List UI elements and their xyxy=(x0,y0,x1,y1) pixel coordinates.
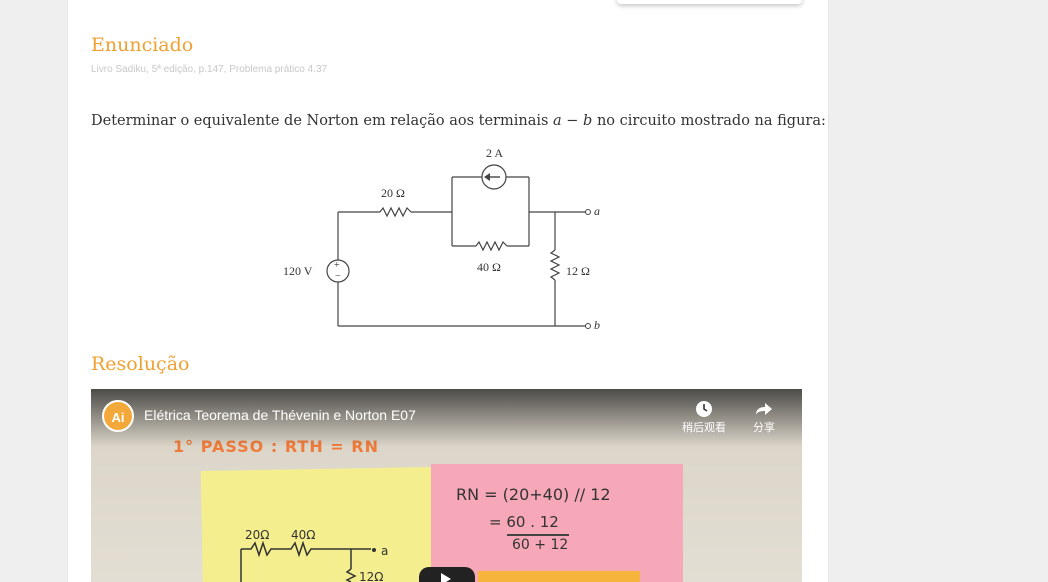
video-formula-line2: = 60 . 12 xyxy=(489,513,559,531)
video-sketch-circuit: 20Ω 40Ω a 12Ω xyxy=(240,528,388,582)
video-sketch-r3: 12Ω xyxy=(359,570,383,582)
minus-sign: − xyxy=(335,271,341,282)
r3-label: 12 Ω xyxy=(566,264,590,278)
top-floating-box xyxy=(617,0,802,4)
video-formula-line1: RN = (20+40) // 12 xyxy=(456,485,611,504)
statement-text-after: no circuito mostrado na figura: xyxy=(592,113,826,129)
problem-statement: Determinar o equivalente de Norton em re… xyxy=(91,113,826,129)
current-source-label: 2 A xyxy=(486,146,503,160)
r1-label: 20 Ω xyxy=(381,186,405,200)
r2-label: 40 Ω xyxy=(477,260,501,274)
terminal-b-node xyxy=(585,323,591,329)
statement-math: a − b xyxy=(553,113,593,129)
terminal-b-label: b xyxy=(594,318,600,332)
play-button-icon[interactable] xyxy=(419,567,475,582)
video-sketch-r1: 20Ω xyxy=(245,528,269,542)
statement-text-before: Determinar o equivalente de Norton em re… xyxy=(91,113,554,129)
video-player[interactable]: 1° PASSO : RTH = RN RN = (20+40) // 12 =… xyxy=(91,389,802,582)
video-sketch-r2: 40Ω xyxy=(291,528,315,542)
share-label: 分享 xyxy=(753,422,775,434)
channel-logo[interactable]: Ai xyxy=(102,400,134,432)
section-title-resolucao: Resolução xyxy=(91,353,190,375)
video-sketch-a: a xyxy=(381,544,388,558)
video-orange-note xyxy=(478,571,640,582)
plus-sign: + xyxy=(334,260,340,271)
video-fraction-line xyxy=(507,534,569,536)
watch-later-button[interactable]: 稍后观看 xyxy=(679,399,729,435)
terminal-a-label: a xyxy=(594,204,600,218)
voltage-source-label: 120 V xyxy=(283,264,313,278)
watch-later-label: 稍后观看 xyxy=(682,422,726,434)
video-sketch-terminal xyxy=(372,548,376,552)
problem-reference: Livro Sadiku, 5ª edição, p.147, Problema… xyxy=(91,64,328,75)
terminal-a-node xyxy=(585,209,591,215)
share-button[interactable]: 分享 xyxy=(739,399,789,435)
share-arrow-icon xyxy=(756,403,772,415)
section-title-enunciado: Enunciado xyxy=(91,34,194,56)
circuit-diagram: + − 2 A 20 Ω 40 Ω 12 Ω 120 V a b xyxy=(283,146,600,332)
video-formula-line3: 60 + 12 xyxy=(512,537,569,553)
video-title[interactable]: Elétrica Teorema de Thévenin e Norton E0… xyxy=(144,407,416,423)
clock-icon xyxy=(696,401,712,417)
